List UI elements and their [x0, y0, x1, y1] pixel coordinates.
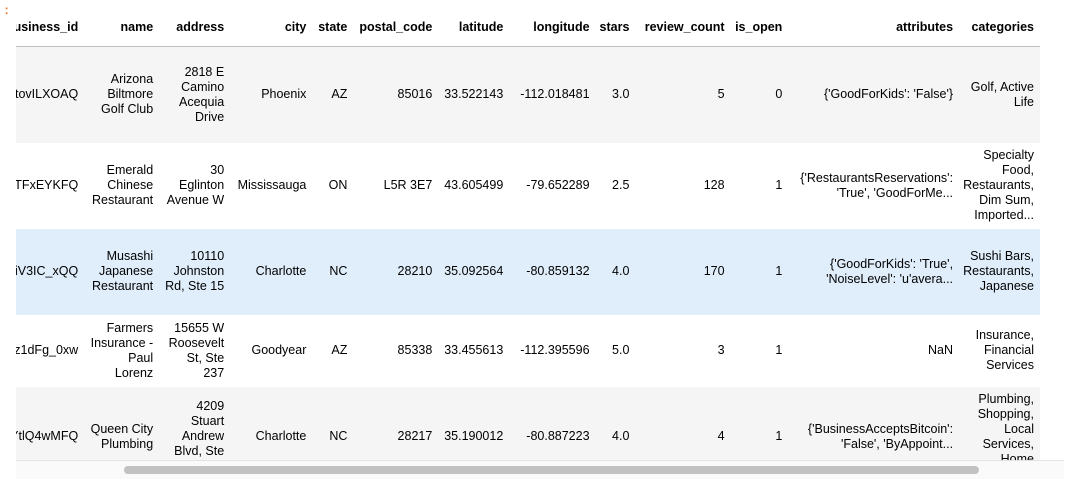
cell-review-count: 4 — [717, 429, 725, 443]
cell-city: Phoenix — [261, 87, 307, 102]
cell-output-prompt-marker: : — [3, 4, 11, 18]
table-row[interactable]: iqoiV3IC_xQQMusashi Japanese Restaurant1… — [16, 228, 1040, 315]
cell-business-id: 32z1dFg_0xw — [16, 343, 79, 357]
column-header-stars: stars — [595, 8, 636, 47]
cell-latitude: 35.190012 — [444, 429, 504, 443]
column-header-is-open: is_open — [730, 8, 789, 47]
cell-state: AZ — [331, 343, 348, 357]
cell-name: Arizona Biltmore Golf Club — [101, 72, 154, 117]
cell-city: Charlotte — [255, 264, 307, 278]
cell-stars: 3.0 — [612, 87, 630, 102]
cell-stars: 4.0 — [612, 429, 630, 443]
cell-address: 10110 Johnston Rd, Ste 15 — [165, 249, 225, 293]
cell-categories: Sushi Bars, Restaurants, Japanese — [963, 249, 1034, 293]
cell-latitude: 35.092564 — [444, 264, 504, 278]
horizontal-scrollbar-thumb[interactable] — [124, 466, 979, 474]
cell-stars: 4.0 — [612, 264, 630, 278]
cell-business-id: :VuTFxEYKFQ — [16, 178, 79, 192]
cell-review-count: 170 — [703, 264, 725, 278]
cell-stars: 2.5 — [612, 178, 630, 192]
cell-state: ON — [328, 178, 348, 192]
cell-state: NC — [329, 429, 348, 443]
cell-latitude: 33.455613 — [444, 343, 504, 357]
column-header-postal-code: postal_code — [353, 8, 439, 47]
dataframe-output[interactable]: business_idnameaddresscitystatepostal_co… — [16, 8, 1064, 460]
cell-city: Goodyear — [251, 343, 307, 357]
cell-review-count: 3 — [717, 343, 725, 357]
cell-business-id: iqoiV3IC_xQQ — [16, 264, 79, 278]
cell-longitude: -79.652289 — [526, 178, 590, 192]
cell-categories: Specialty Food, Restaurants, Dim Sum, Im… — [963, 148, 1034, 222]
cell-categories: Insurance, Financial Services — [975, 328, 1034, 372]
cell-is-open: 1 — [775, 429, 783, 443]
column-header-categories: categories — [959, 8, 1040, 47]
cell-is-open: 0 — [775, 87, 783, 102]
cell-is-open: 1 — [775, 264, 783, 278]
cell-postal-code: 28210 — [397, 264, 433, 278]
cell-business-id: RYtlQ4wMFQ — [16, 429, 79, 443]
cell-name: Queen City Plumbing — [90, 421, 154, 451]
table-body: XfytovILXOAQ Arizona Biltmore Golf Club 28… — [16, 46, 1040, 461]
cell-longitude: -80.887223 — [526, 429, 590, 443]
cell-latitude: 33.522143 — [444, 87, 504, 102]
cell-review-count: 128 — [703, 178, 725, 192]
column-header-address: address — [159, 8, 231, 47]
cell-address: 2818 E Camino Acequia Drive — [179, 64, 225, 124]
column-header-longitude: longitude — [509, 8, 596, 47]
table-row[interactable]: RYtlQ4wMFQ Queen City Plumbing 4209 Stuart… — [16, 386, 1040, 461]
cell-postal-code: 85338 — [397, 343, 433, 357]
cell-stars: 5.0 — [612, 343, 630, 357]
column-header-review-count: review_count — [635, 8, 731, 47]
cell-attributes: NaN — [928, 343, 954, 357]
cell-attributes: {'GoodForKids': 'True', 'NoiseLevel': 'u… — [826, 256, 954, 286]
cell-postal-code: L5R 3E7 — [383, 178, 433, 192]
table-header: business_idnameaddresscitystatepostal_co… — [16, 8, 1040, 47]
header-row: business_idnameaddresscitystatepostal_co… — [16, 8, 1040, 47]
cell-business-id: XfytovILXOAQ — [16, 87, 79, 102]
cell-name: Farmers Insurance - Paul Lorenz — [90, 320, 154, 380]
table-row[interactable]: 32z1dFg_0xw Farmers Insurance - Paul Lore… — [16, 314, 1040, 387]
table-row[interactable]: :VuTFxEYKFQ Emerald Chinese Restaurant 30 … — [16, 142, 1040, 229]
column-header-attributes: attributes — [788, 8, 960, 47]
cell-attributes: {'BusinessAcceptsBitcoin': 'False', 'ByA… — [807, 421, 954, 451]
cell-latitude: 43.605499 — [444, 178, 504, 192]
cell-address: 4209 Stuart Andrew Blvd, Ste F — [174, 399, 225, 460]
cell-attributes: {'GoodForKids': 'False'} — [823, 87, 954, 102]
cell-longitude: -112.395596 — [520, 343, 590, 357]
cell-postal-code: 28217 — [397, 429, 433, 443]
column-header-latitude: latitude — [438, 8, 510, 47]
cell-postal-code: 85016 — [397, 87, 433, 102]
column-header-name: name — [84, 8, 160, 47]
cell-is-open: 1 — [775, 178, 783, 192]
cell-city: Mississauga — [237, 178, 307, 192]
cell-name: Musashi Japanese Restaurant — [92, 249, 154, 293]
column-header-business-id: business_id — [16, 8, 85, 47]
cell-longitude: -112.018481 — [520, 87, 590, 102]
cell-categories: Golf, Active Life — [970, 79, 1034, 109]
cell-attributes: {'RestaurantsReservations': 'True', 'Goo… — [800, 170, 954, 200]
cell-state: NC — [329, 264, 348, 278]
horizontal-scrollbar-track[interactable] — [16, 460, 1064, 479]
cell-address: 15655 W Roosevelt St, Ste 237 — [168, 320, 225, 380]
table-row[interactable]: XfytovILXOAQ Arizona Biltmore Golf Club 28… — [16, 46, 1040, 143]
cell-is-open: 1 — [775, 343, 783, 357]
cell-state: AZ — [331, 87, 348, 102]
cell-city: Charlotte — [255, 429, 307, 443]
dataframe-table: business_idnameaddresscitystatepostal_co… — [16, 8, 1040, 460]
cell-review-count: 5 — [717, 87, 725, 102]
cell-name: Emerald Chinese Restaurant — [92, 163, 154, 207]
cell-categories: Plumbing, Shopping, Local Services, Home… — [977, 391, 1034, 461]
cell-longitude: -80.859132 — [526, 264, 590, 278]
column-header-state: state — [312, 8, 354, 47]
cell-address: 30 Eglinton Avenue W — [166, 163, 225, 207]
column-header-city: city — [230, 8, 313, 47]
